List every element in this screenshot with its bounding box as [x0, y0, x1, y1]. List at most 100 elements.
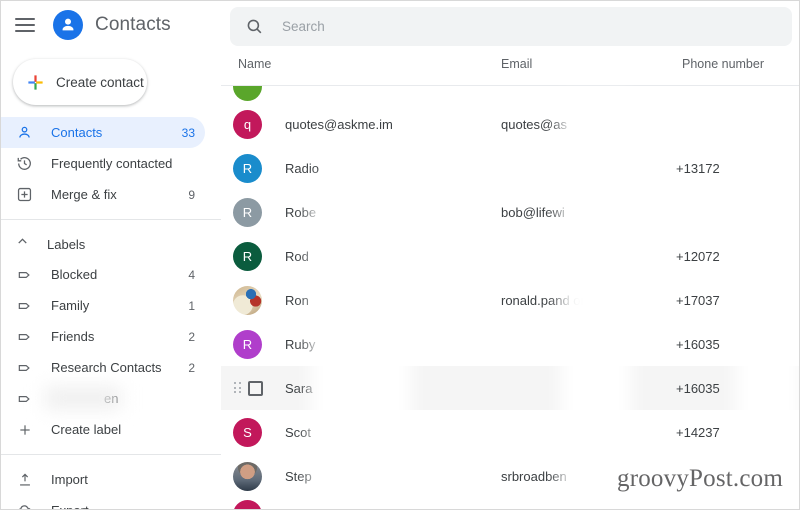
contact-name: Step — [285, 468, 312, 484]
person-outline-icon — [15, 123, 34, 142]
label-tag-icon — [15, 265, 34, 284]
contact-phone: +16035 — [676, 380, 720, 396]
sidebar-item-label: Friends — [51, 329, 95, 344]
search-bar[interactable] — [230, 7, 792, 46]
sidebar-item-label: en — [104, 391, 119, 406]
table-row[interactable]: R Ruby +16035 — [221, 322, 799, 366]
table-row[interactable] — [221, 498, 799, 509]
contact-email: srbroadben — [501, 468, 567, 484]
create-contact-button[interactable]: Create contact — [13, 59, 147, 105]
label-tag-icon — [15, 389, 34, 408]
sidebar-item-count: 1 — [188, 298, 195, 313]
table-column-headers: Name Email Phone number — [221, 57, 799, 84]
contact-email: quotes@as — [501, 116, 567, 132]
create-contact-label: Create contact — [56, 74, 144, 90]
contact-name: Sara — [285, 380, 313, 396]
sidebar-item-count: 33 — [181, 125, 195, 140]
sidebar-item-label: Contacts — [51, 125, 103, 140]
sidebar-item-count: 2 — [188, 329, 195, 344]
table-row[interactable]: R Robe bob@lifewi — [221, 190, 799, 234]
labels-section-label: Labels — [47, 236, 86, 252]
contact-phone: +16035 — [676, 336, 720, 352]
contact-phone: +14237 — [676, 424, 720, 440]
table-row[interactable]: R Rod +12072 — [221, 234, 799, 278]
contact-name: Scot — [285, 424, 312, 440]
sidebar-item-label: Research Contacts — [51, 360, 162, 375]
avatar: q — [233, 109, 262, 139]
column-header-email: Email — [501, 57, 533, 71]
sidebar-item-frequently-contacted[interactable]: Frequently contacted — [1, 148, 205, 179]
labels-section-header[interactable]: Labels — [1, 229, 221, 259]
avatar: R — [233, 153, 262, 183]
sidebar-item-label-family[interactable]: Family 1 — [1, 290, 205, 321]
history-clock-icon — [15, 154, 34, 173]
contact-phone: +12072 — [676, 248, 720, 264]
contact-name: Radio — [285, 160, 319, 176]
hamburger-menu-icon[interactable] — [15, 16, 37, 34]
table-row[interactable] — [221, 86, 799, 102]
sidebar-item-count: 9 — [188, 187, 195, 202]
contact-name: Ron — [285, 292, 309, 308]
app-header: Contacts — [1, 1, 221, 49]
avatar: R — [233, 197, 262, 227]
sidebar-item-contacts[interactable]: Contacts 33 — [1, 117, 205, 148]
drag-handle-icon[interactable] — [234, 382, 242, 394]
avatar — [233, 285, 262, 315]
table-row[interactable]: R Radio +13172 — [221, 146, 799, 190]
sidebar-nav: Contacts 33 Frequently contacted Merge &… — [1, 117, 221, 509]
contact-name: Robe — [285, 204, 317, 220]
sidebar-divider-1 — [1, 219, 221, 220]
contact-name: Ruby — [285, 336, 316, 352]
sidebar-item-label: Blocked — [51, 267, 98, 282]
sidebar-item-import[interactable]: Import — [1, 464, 205, 495]
avatar — [233, 86, 262, 101]
table-row[interactable]: S Scot +14237 — [221, 410, 799, 454]
contact-phone: +17037 — [676, 292, 720, 308]
contact-name: quotes@askme.im — [285, 116, 393, 132]
label-tag-icon — [15, 327, 34, 346]
sidebar-item-label: Merge & fix — [51, 187, 117, 202]
export-cloud-icon — [15, 501, 34, 509]
sidebar-item-label-redacted[interactable]: en — [1, 383, 205, 414]
sidebar-item-label: Export — [51, 503, 89, 509]
import-upload-icon — [15, 470, 34, 489]
avatar — [233, 500, 262, 509]
sidebar-item-label-friends[interactable]: Friends 2 — [1, 321, 205, 352]
avatar — [233, 461, 262, 491]
table-row[interactable]: Step srbroadben — [221, 454, 799, 498]
sidebar-item-label: Family — [51, 298, 90, 313]
sidebar-item-label: Create label — [51, 422, 122, 437]
sidebar-item-label: Frequently contacted — [51, 156, 173, 171]
main-content: Name Email Phone number q quotes@askme.i… — [221, 1, 799, 509]
contact-email: bob@lifewi — [501, 204, 565, 220]
avatar: R — [233, 329, 262, 359]
plus-icon — [15, 420, 34, 439]
column-header-name: Name — [238, 57, 272, 71]
contacts-list[interactable]: q quotes@askme.im quotes@as R Radio +131… — [221, 86, 799, 509]
sidebar: Contacts Create contact Contacts 33 Freq… — [1, 1, 221, 509]
brand: Contacts — [53, 10, 171, 40]
contact-email: ronald.pand om — [501, 292, 592, 308]
sidebar-item-create-label[interactable]: Create label — [1, 414, 205, 445]
label-tag-icon — [15, 358, 34, 377]
table-row[interactable]: Ron ronald.pand om +17037 — [221, 278, 799, 322]
page-title: Contacts — [95, 14, 171, 35]
sidebar-item-export[interactable]: Export — [1, 495, 205, 509]
chevron-up-icon — [15, 234, 30, 254]
contact-phone: +13172 — [676, 160, 720, 176]
sidebar-item-label-blocked[interactable]: Blocked 4 — [1, 259, 205, 290]
sidebar-item-merge-and-fix[interactable]: Merge & fix 9 — [1, 179, 205, 210]
table-row[interactable]: Sara +16035 — [221, 366, 799, 410]
contacts-app-window: Contacts Create contact Contacts 33 Freq… — [0, 0, 800, 510]
sidebar-item-count: 4 — [188, 267, 195, 282]
column-header-phone: Phone number — [682, 57, 765, 71]
merge-plus-icon — [15, 185, 34, 204]
person-avatar-icon — [53, 10, 83, 40]
search-input[interactable] — [282, 19, 752, 34]
table-row[interactable]: q quotes@askme.im quotes@as — [221, 102, 799, 146]
contact-name: Rod — [285, 248, 309, 264]
label-tag-icon — [15, 296, 34, 315]
sidebar-item-label-research-contacts[interactable]: Research Contacts 2 — [1, 352, 205, 383]
row-checkbox[interactable] — [248, 380, 263, 396]
sidebar-divider-2 — [1, 454, 221, 455]
